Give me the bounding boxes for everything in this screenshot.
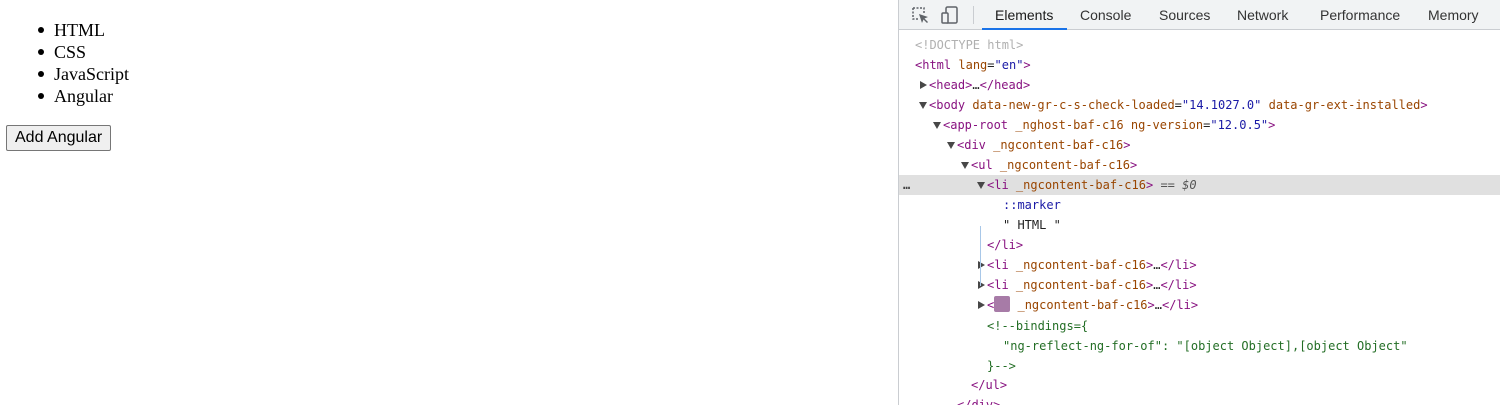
devtools-toolbar: Elements Console Sources Network Perform… bbox=[899, 0, 1500, 30]
bullet-icon bbox=[38, 93, 44, 99]
dom-node-app-root[interactable]: <app-root _nghost-baf-c16 ng-version="12… bbox=[899, 115, 1500, 135]
dom-node-html[interactable]: <html lang="en"> bbox=[899, 55, 1500, 75]
dom-node-div[interactable]: <div _ngcontent-baf-c16> bbox=[899, 135, 1500, 155]
highlight-box-icon bbox=[994, 296, 1011, 312]
expand-arrow-icon[interactable] bbox=[920, 81, 927, 89]
devtools-panel: Elements Console Sources Network Perform… bbox=[898, 0, 1500, 405]
dom-node-comment-body: "ng-reflect-ng-for-of": "[object Object]… bbox=[1003, 339, 1408, 353]
list-item: JavaScript bbox=[38, 63, 129, 85]
collapse-arrow-icon[interactable] bbox=[933, 122, 941, 129]
dom-node-text[interactable]: " HTML " bbox=[899, 215, 1500, 235]
dom-node-marker[interactable]: ::marker bbox=[899, 195, 1500, 215]
list-item-label: Angular bbox=[54, 86, 113, 106]
bullet-icon bbox=[38, 49, 44, 55]
expand-arrow-icon[interactable] bbox=[978, 301, 985, 309]
dom-node-li[interactable]: <li _ngcontent-baf-c16>…</li> bbox=[899, 275, 1500, 295]
collapse-arrow-icon[interactable] bbox=[919, 102, 927, 109]
dom-node-ul[interactable]: <ul _ngcontent-baf-c16> bbox=[899, 155, 1500, 175]
add-angular-button[interactable]: Add Angular bbox=[6, 125, 112, 151]
toolbar-divider bbox=[973, 6, 974, 24]
list-item-label: CSS bbox=[54, 42, 87, 62]
dom-node-ul-close[interactable]: </ul> bbox=[899, 375, 1500, 395]
tab-network[interactable]: Network bbox=[1237, 0, 1288, 30]
list-item-label: HTML bbox=[54, 20, 105, 40]
collapse-arrow-icon[interactable] bbox=[947, 142, 955, 149]
dom-node-body[interactable]: <body data-new-gr-c-s-check-loaded="14.1… bbox=[899, 95, 1500, 115]
collapse-arrow-icon[interactable] bbox=[977, 182, 985, 189]
dom-node-div-close[interactable]: </div> bbox=[899, 395, 1500, 405]
dom-node-comment-close: }--> bbox=[987, 359, 1016, 373]
list-item: Angular bbox=[38, 85, 129, 107]
tab-console[interactable]: Console bbox=[1080, 0, 1131, 30]
device-toolbar-icon[interactable] bbox=[941, 6, 959, 24]
dom-node-li[interactable]: < _ngcontent-baf-c16>…</li> bbox=[899, 295, 1500, 315]
dom-node-comment[interactable]: <!--bindings={ bbox=[899, 316, 1500, 336]
dom-node-doctype[interactable]: <!DOCTYPE html> bbox=[899, 35, 1500, 55]
inspect-element-icon[interactable] bbox=[911, 6, 929, 24]
list-item-label: JavaScript bbox=[54, 64, 129, 84]
dom-node-li-close[interactable]: </li> bbox=[899, 235, 1500, 255]
tab-memory[interactable]: Memory bbox=[1428, 0, 1479, 30]
dom-tree: <!DOCTYPE html> <html lang="en"> <head>…… bbox=[899, 30, 1500, 405]
tree-guide-line bbox=[980, 226, 981, 286]
page-viewport: HTML CSS JavaScript Angular Add Angular bbox=[0, 0, 898, 405]
language-list: HTML CSS JavaScript Angular bbox=[38, 19, 129, 107]
row-menu-icon[interactable]: … bbox=[903, 175, 910, 195]
dom-node-head[interactable]: <head>…</head> bbox=[899, 75, 1500, 95]
tab-performance[interactable]: Performance bbox=[1320, 0, 1400, 30]
dom-node-li[interactable]: <li _ngcontent-baf-c16>…</li> bbox=[899, 255, 1500, 275]
bullet-icon bbox=[38, 27, 44, 33]
tab-elements[interactable]: Elements bbox=[995, 0, 1053, 30]
list-item: CSS bbox=[38, 41, 129, 63]
tab-sources[interactable]: Sources bbox=[1159, 0, 1210, 30]
bullet-icon bbox=[38, 71, 44, 77]
list-item: HTML bbox=[38, 19, 129, 41]
collapse-arrow-icon[interactable] bbox=[961, 162, 969, 169]
dom-node-li-selected[interactable]: … <li _ngcontent-baf-c16> == $0 bbox=[899, 175, 1500, 195]
